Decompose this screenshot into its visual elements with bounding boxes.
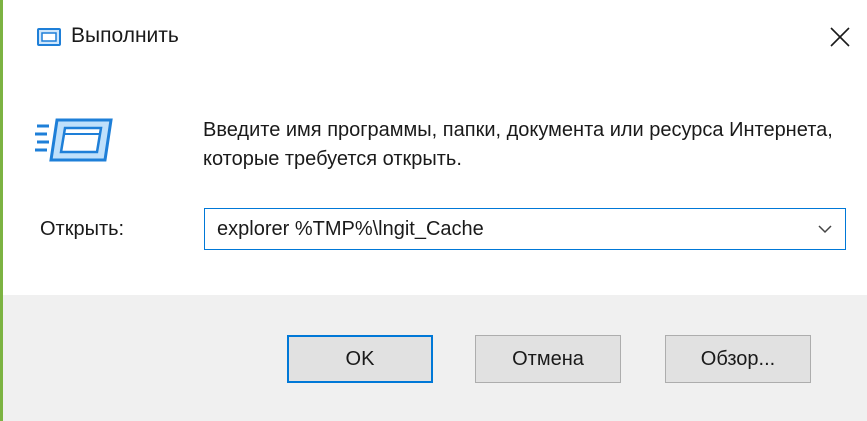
run-icon [35, 118, 113, 162]
close-button[interactable] [817, 14, 863, 60]
browse-button[interactable]: Обзор... [665, 335, 811, 383]
dialog-body: Введите имя программы, папки, документа … [3, 78, 867, 295]
description-text: Введите имя программы, папки, документа … [203, 119, 833, 170]
close-icon [830, 27, 850, 47]
cancel-button[interactable]: Отмена [475, 335, 621, 383]
ok-button[interactable]: OK [287, 335, 433, 383]
window-title: Выполнить [71, 24, 179, 47]
open-dropdown-button[interactable] [805, 209, 845, 249]
button-bar: OK Отмена Обзор... [3, 295, 867, 421]
run-dialog: Выполнить Введите имя программы, папки, … [0, 0, 867, 421]
open-input[interactable] [205, 210, 805, 248]
open-label: Открыть: [40, 218, 125, 240]
run-icon [37, 28, 61, 46]
title-bar[interactable]: Выполнить [3, 0, 867, 78]
open-combobox[interactable] [204, 208, 846, 250]
chevron-down-icon [818, 225, 832, 234]
